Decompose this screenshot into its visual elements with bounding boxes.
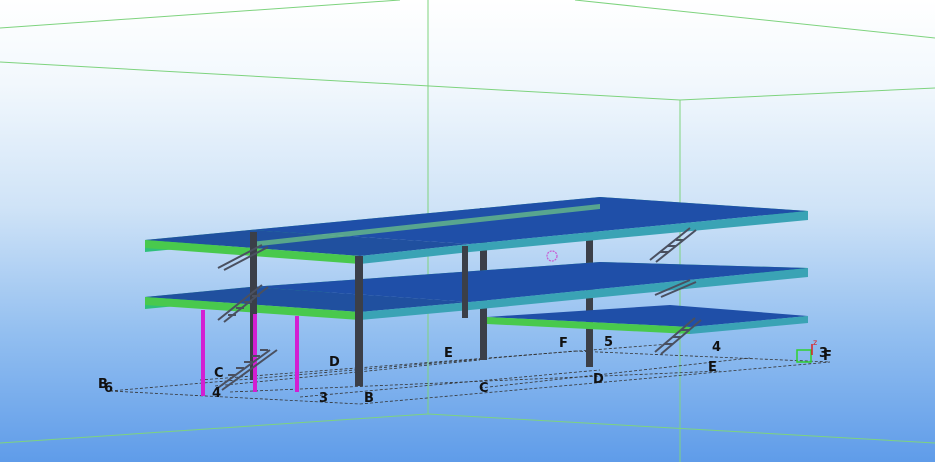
grid-label-d: D: [329, 355, 340, 370]
structure-3d-scene[interactable]: z D E F 5 4 E 3 F C 4 B 6 3 B C D: [0, 0, 935, 462]
grid-label-right-f: F: [823, 349, 832, 364]
grid-label-e: E: [444, 346, 453, 361]
reference-point-marker[interactable]: [546, 250, 558, 262]
grid-label-left-4: 4: [212, 386, 221, 401]
grid-labels: D E F 5 4 E 3 F C 4 B 6 3 B C D: [98, 335, 832, 406]
ucs-z-label: z: [813, 338, 817, 347]
stair-left: [214, 244, 278, 391]
grid-label-6: 6: [104, 381, 113, 396]
model-viewport[interactable]: z D E F 5 4 E 3 F C 4 B 6 3 B C D: [0, 0, 935, 462]
grid-label-front-d: D: [593, 372, 604, 387]
lower-right-slab: [487, 305, 808, 334]
grid-label-front-b: B: [364, 391, 374, 406]
ucs-axis-icon: z: [796, 338, 817, 363]
grid-label-f: F: [559, 336, 568, 351]
grid-label-right-e: E: [708, 360, 717, 375]
grid-label-front-3: 3: [319, 391, 328, 406]
grid-label-right-4: 4: [712, 340, 721, 355]
grid-label-5: 5: [604, 335, 613, 350]
grid-label-left-c: C: [214, 366, 224, 381]
grid-label-front-c: C: [479, 381, 489, 396]
